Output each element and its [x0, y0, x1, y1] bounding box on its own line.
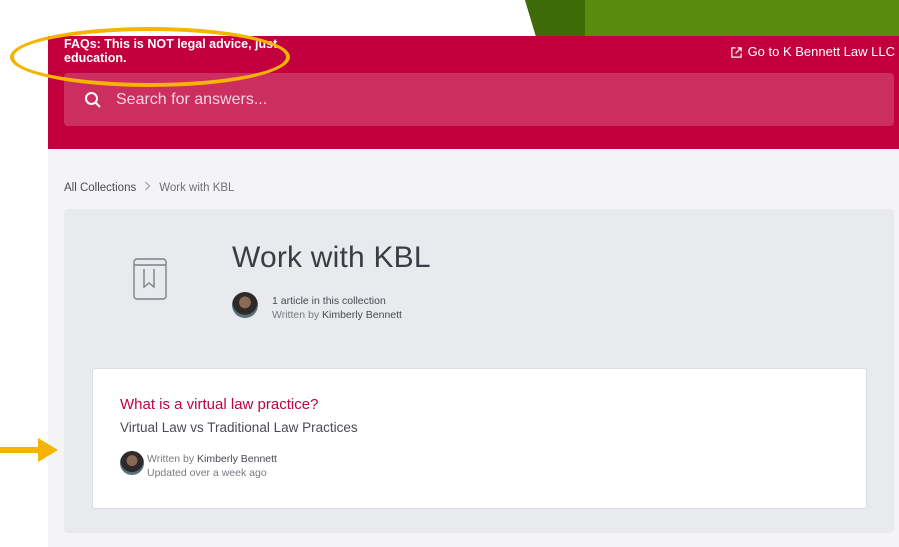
- article-author-avatar: [120, 451, 144, 475]
- breadcrumb: All Collections Work with KBL: [64, 181, 234, 194]
- chevron-right-icon: [144, 181, 151, 194]
- breadcrumb-all-collections[interactable]: All Collections: [64, 182, 136, 194]
- article-written-by-prefix: Written by: [147, 453, 195, 465]
- article-card[interactable]: What is a virtual law practice? Virtual …: [92, 368, 867, 509]
- arrow-right-icon: [0, 436, 60, 469]
- book-icon: [132, 257, 168, 306]
- article-subtitle: Virtual Law vs Traditional Law Practices: [120, 420, 358, 435]
- main-content: All Collections Work with KBL Work with …: [48, 149, 899, 547]
- collection-title: Work with KBL: [232, 241, 431, 274]
- external-site-link[interactable]: Go to K Bennett Law LLC: [730, 44, 895, 60]
- collection-panel: Work with KBL 1 article in this collecti…: [64, 209, 894, 533]
- external-link-icon: [730, 46, 743, 59]
- article-author-name: Kimberly Bennett: [197, 453, 277, 465]
- highlight-oval: [10, 27, 290, 87]
- author-avatar: [232, 292, 258, 318]
- collection-meta: 1 article in this collection Written by …: [272, 294, 402, 322]
- search-icon: [84, 91, 102, 109]
- breadcrumb-current: Work with KBL: [159, 181, 235, 194]
- article-meta: Written by Kimberly Bennett Updated over…: [147, 452, 277, 480]
- author-name: Kimberly Bennett: [322, 309, 402, 321]
- article-title[interactable]: What is a virtual law practice?: [120, 396, 318, 413]
- external-link-label: Go to K Bennett Law LLC: [747, 44, 895, 59]
- written-by-prefix: Written by: [272, 309, 320, 321]
- article-updated: Updated over a week ago: [147, 467, 267, 479]
- search-input[interactable]: [116, 90, 816, 109]
- decorative-green-accent: [525, 0, 585, 40]
- article-count: 1 article in this collection: [272, 295, 386, 307]
